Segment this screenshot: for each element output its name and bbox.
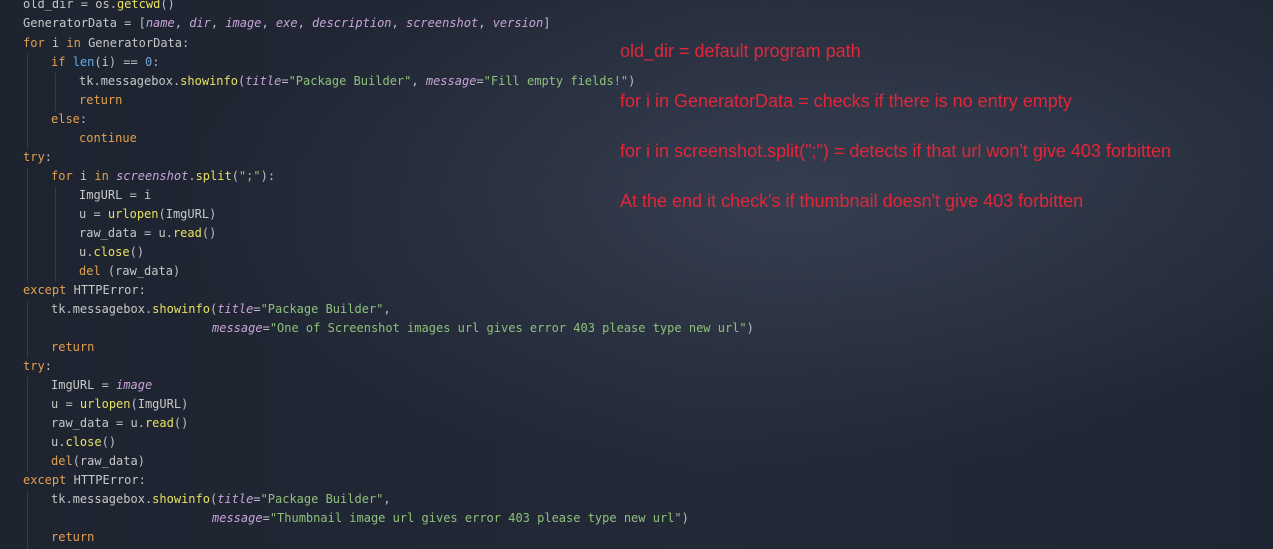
code-line[interactable]: return (51, 338, 94, 357)
indent-guide (27, 491, 28, 549)
code-line[interactable]: try: (23, 357, 52, 376)
code-line[interactable]: raw_data = u.read() (51, 414, 188, 433)
code-line[interactable]: del (raw_data) (79, 262, 180, 281)
indent-guide (55, 187, 56, 282)
indent-guide (27, 54, 28, 149)
annotation-note: for i in screenshot.split(";") = detects… (620, 141, 1171, 161)
code-line[interactable]: ImgURL = i (79, 186, 151, 205)
code-line[interactable]: for i in GeneratorData: (23, 34, 189, 53)
code-line[interactable]: except HTTPError: (23, 471, 146, 490)
code-line[interactable]: try: (23, 148, 52, 167)
code-line[interactable]: else: (51, 110, 87, 129)
code-line[interactable]: u.close() (79, 243, 144, 262)
indent-guide (55, 73, 56, 111)
code-line[interactable]: raw_data = u.read() (79, 224, 216, 243)
code-line[interactable]: GeneratorData = [name, dir, image, exe, … (23, 14, 551, 33)
code-line[interactable]: if len(i) == 0: (51, 53, 159, 72)
annotation-note: At the end it check's if thumbnail doesn… (620, 191, 1084, 211)
code-line[interactable]: return (51, 528, 94, 547)
code-line[interactable]: u = urlopen(ImgURL) (79, 205, 216, 224)
code-line[interactable]: except HTTPError: (23, 281, 146, 300)
code-editor[interactable]: old_dir = os.getcwd() GeneratorData = [n… (0, 0, 1273, 549)
code-line[interactable]: continue (79, 129, 137, 148)
code-line[interactable]: old_dir = os.getcwd() (23, 0, 175, 14)
indent-guide (27, 168, 28, 282)
indent-guide (27, 377, 28, 472)
code-line[interactable]: ImgURL = image (51, 376, 152, 395)
code-line[interactable]: u = urlopen(ImgURL) (51, 395, 188, 414)
annotation-note: for i in GeneratorData = checks if there… (620, 91, 1072, 111)
code-line[interactable]: tk.messagebox.showinfo(title="Package Bu… (51, 300, 391, 319)
code-line[interactable]: for i in screenshot.split(";"): (51, 167, 275, 186)
code-line[interactable]: message="One of Screenshot images url gi… (212, 319, 754, 338)
code-line[interactable]: del(raw_data) (51, 452, 145, 471)
code-line[interactable]: message="Thumbnail image url gives error… (212, 509, 689, 528)
code-line[interactable]: tk.messagebox.showinfo(title="Package Bu… (51, 490, 391, 509)
annotation-note: old_dir = default program path (620, 41, 861, 61)
code-line[interactable]: tk.messagebox.showinfo(title="Package Bu… (79, 72, 635, 91)
code-line[interactable]: return (79, 91, 122, 110)
indent-guide (27, 301, 28, 358)
code-line[interactable]: u.close() (51, 433, 116, 452)
